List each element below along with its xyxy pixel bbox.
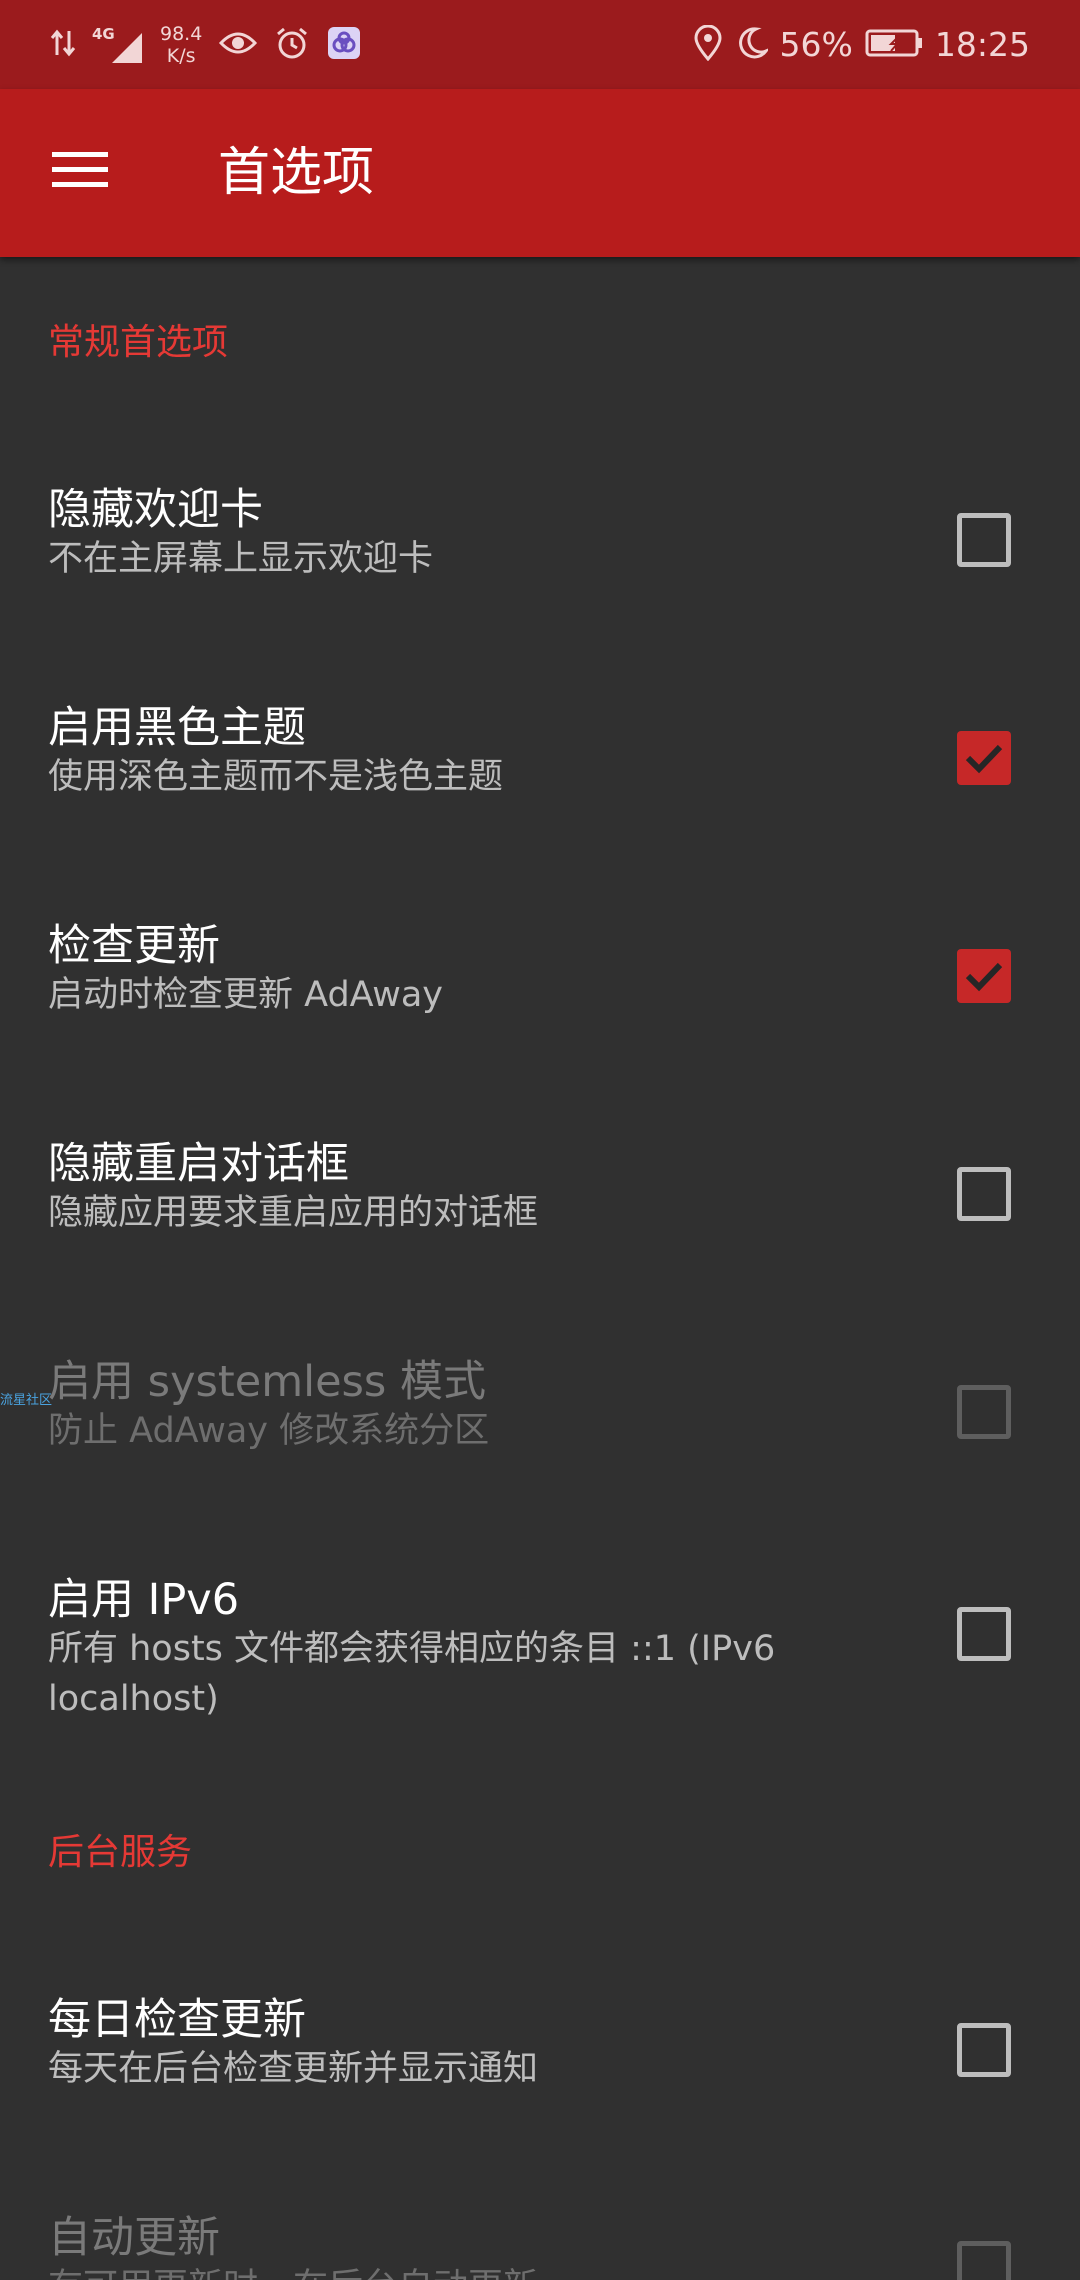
eye-icon [218, 28, 258, 62]
checkbox-systemless-mode [957, 1385, 1011, 1439]
pref-title: 启用黑色主题 [48, 703, 306, 753]
signal-icon: 4G [92, 25, 144, 65]
pref-summary: 每天在后台检查更新并显示通知 [48, 2049, 539, 2089]
status-bar-left: 4G 98.4 K/s [50, 0, 362, 89]
pref-summary: 有可用更新时，在后台自动更新 [48, 2262, 888, 2280]
status-bar: 4G 98.4 K/s 56% 18:25 [0, 0, 1080, 89]
pref-title: 每日检查更新 [48, 1995, 306, 2045]
pref-enable-ipv6[interactable]: 启用 IPv6 所有 hosts 文件都会获得相应的条目 ::1 (IPv6 l… [0, 1543, 1080, 1783]
pref-hide-welcome-card[interactable]: 隐藏欢迎卡 不在主屏幕上显示欢迎卡 [0, 453, 1080, 653]
pref-hide-restart-dialog[interactable]: 隐藏重启对话框 隐藏应用要求重启应用的对话框 [0, 1107, 1080, 1307]
check-icon [965, 962, 1003, 992]
pref-systemless-mode: 启用 systemless 模式 防止 AdAway 修改系统分区 [0, 1325, 1080, 1525]
preferences-list: 常规首选项 隐藏欢迎卡 不在主屏幕上显示欢迎卡 启用黑色主题 使用深色主题而不是… [0, 257, 1080, 2280]
net-speed-value: 98.4 [160, 22, 203, 45]
checkbox-dark-theme[interactable] [957, 731, 1011, 785]
location-icon [694, 24, 722, 65]
pref-auto-update: 自动更新 有可用更新时，在后台自动更新 [0, 2181, 1080, 2280]
pref-check-updates[interactable]: 检查更新 启动时检查更新 AdAway [0, 889, 1080, 1089]
hamburger-menu-icon [52, 150, 108, 194]
navigation-menu-button[interactable] [30, 127, 130, 217]
pref-daily-update-check[interactable]: 每日检查更新 每天在后台检查更新并显示通知 [0, 1963, 1080, 2163]
page-title: 首选项 [218, 143, 375, 203]
pref-dark-theme[interactable]: 启用黑色主题 使用深色主题而不是浅色主题 [0, 671, 1080, 871]
pref-summary: 使用深色主题而不是浅色主题 [48, 757, 504, 797]
pref-summary: 防止 AdAway 修改系统分区 [48, 1411, 490, 1451]
pref-summary: 所有 hosts 文件都会获得相应的条目 ::1 (IPv6 localhost… [48, 1629, 776, 1719]
alarm-icon [274, 25, 310, 65]
data-transfer-icon [50, 25, 76, 65]
pref-summary: 启动时检查更新 AdAway [48, 975, 443, 1015]
pref-summary: 隐藏应用要求重启应用的对话框 [48, 1193, 539, 1233]
battery-icon [865, 28, 923, 62]
pref-title: 检查更新 [48, 921, 220, 971]
status-bar-right: 56% 18:25 [694, 0, 1030, 89]
pref-title: 隐藏欢迎卡 [48, 485, 263, 535]
checkbox-hide-welcome-card[interactable] [957, 513, 1011, 567]
pref-title: 隐藏重启对话框 [48, 1139, 349, 1189]
pref-summary: 不在主屏幕上显示欢迎卡 [48, 539, 434, 579]
net-speed-unit: K/s [166, 44, 196, 67]
net-speed: 98.4 K/s [160, 23, 202, 67]
pref-title: 启用 IPv6 [48, 1575, 240, 1625]
checkbox-auto-update [957, 2241, 1011, 2280]
app-bar: 首选项 [0, 89, 1080, 257]
checkbox-check-updates[interactable] [957, 949, 1011, 1003]
checkbox-hide-restart-dialog[interactable] [957, 1167, 1011, 1221]
section-header-general: 常规首选项 [48, 322, 229, 363]
clock-time: 18:25 [934, 25, 1030, 64]
moon-icon [734, 25, 770, 65]
pref-title: 启用 systemless 模式 [48, 1357, 486, 1407]
pref-title: 自动更新 [48, 2213, 220, 2263]
section-header-background-services: 后台服务 [48, 1832, 193, 1873]
app-notification-icon [326, 25, 362, 65]
checkbox-daily-update-check[interactable] [957, 2023, 1011, 2077]
check-icon [965, 744, 1003, 774]
watermark: 流星社区 [0, 1393, 53, 1408]
battery-percentage: 56% [779, 25, 853, 64]
checkbox-enable-ipv6[interactable] [957, 1607, 1011, 1661]
